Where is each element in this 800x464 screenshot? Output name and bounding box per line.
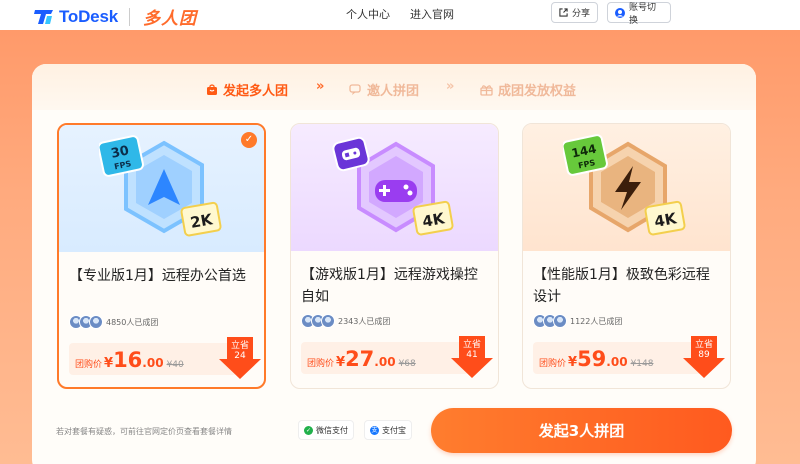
- step-start-group: 发起多人团: [206, 80, 288, 99]
- plan-title: 【游戏版1月】远程游戏操控自如: [301, 267, 478, 305]
- original-price: ¥148: [630, 359, 654, 369]
- share-label: 分享: [572, 9, 591, 19]
- bag-icon: [207, 83, 217, 95]
- logo-divider: [128, 7, 130, 26]
- nav-official-site[interactable]: 进入官网: [410, 6, 454, 22]
- wechat-pay-icon: ✓: [304, 425, 313, 435]
- plan-card-game[interactable]: 4K 【游戏版1月】远程游戏操控自如 2343人已成团 团购价 ¥ 27 .00…: [290, 123, 499, 389]
- savings-badge: 立省 89: [683, 336, 725, 378]
- original-price: ¥40: [166, 360, 184, 370]
- plan-card-pro[interactable]: 30 FPS 2K ✓ 【专业版1月】远程办公首选 4850人已成团 团购价 ¥…: [57, 123, 266, 389]
- joined-avatars: 2343人已成团: [301, 314, 390, 328]
- price-decimal: .00: [142, 356, 164, 370]
- save-label: 立省: [230, 341, 249, 351]
- avatar: [89, 315, 103, 329]
- nav-personal-center[interactable]: 个人中心: [346, 6, 390, 22]
- step-grant-benefits: 成团发放权益: [480, 80, 576, 99]
- gamepad-icon: 4K: [332, 136, 454, 236]
- price-integer: 16: [113, 348, 143, 372]
- alipay-icon: 支: [370, 425, 379, 435]
- step-label: 成团发放权益: [498, 84, 577, 99]
- switch-account-label: 账号切换: [629, 2, 657, 26]
- avatar: [321, 314, 335, 328]
- currency-symbol: ¥: [568, 355, 578, 370]
- pay-alipay-label: 支付宝: [382, 425, 406, 435]
- avatar: [553, 314, 567, 328]
- switch-account-button[interactable]: 账号切换: [607, 2, 671, 26]
- price-integer: 59: [577, 347, 607, 371]
- save-amount: 89: [698, 350, 710, 360]
- pay-wechat-label: 微信支付: [316, 425, 348, 435]
- gift-icon: [480, 84, 493, 96]
- step-label: 邀人拼团: [367, 84, 420, 99]
- joined-count: 2343人已成团: [338, 316, 391, 326]
- price-row: 团购价 ¥ 27 .00 ¥68: [301, 342, 469, 374]
- share-button[interactable]: 分享: [551, 2, 598, 23]
- price-label: 团购价: [75, 360, 103, 370]
- brand-logo[interactable]: ToDesk 多人团: [34, 4, 197, 29]
- chat-icon: [349, 83, 361, 95]
- step-chevron: »: [446, 79, 455, 94]
- currency-symbol: ¥: [104, 356, 114, 371]
- brand-name: ToDesk: [59, 6, 118, 26]
- joined-avatars: 1122人已成团: [533, 314, 622, 328]
- save-label: 立省: [694, 340, 713, 350]
- price-row: 团购价 ¥ 59 .00 ¥148: [533, 342, 701, 374]
- step-label: 发起多人团: [223, 84, 289, 99]
- launch-group-button[interactable]: 发起3人拼团: [431, 408, 732, 453]
- price-label: 团购价: [307, 359, 335, 369]
- card-artwork-area: 30 FPS 2K ✓: [59, 125, 264, 252]
- plan-card-performance[interactable]: 144 FPS 4K 【性能版1月】极致色彩远程设计 1122人已成团 团购价 …: [522, 123, 731, 389]
- save-amount: 24: [234, 351, 246, 361]
- share-icon: [559, 8, 568, 17]
- pay-wechat-option[interactable]: ✓ 微信支付: [298, 420, 354, 440]
- lightning-icon: 144 FPS 4K: [563, 134, 686, 236]
- save-label: 立省: [462, 340, 481, 350]
- todesk-logo-icon: [34, 8, 54, 26]
- navigation-arrow-icon: 30 FPS 2K: [99, 135, 222, 237]
- price-integer: 27: [345, 347, 375, 371]
- sub-brand: 多人团: [142, 9, 197, 29]
- plan-title: 【性能版1月】极致色彩远程设计: [533, 267, 710, 305]
- joined-count: 1122人已成团: [570, 316, 623, 326]
- selected-check-icon: ✓: [241, 132, 257, 148]
- savings-badge: 立省 41: [451, 336, 493, 378]
- price-decimal: .00: [374, 355, 396, 369]
- step-chevron: »: [316, 79, 325, 94]
- price-row: 团购价 ¥ 16 .00 ¥40: [69, 343, 237, 375]
- price-label: 团购价: [539, 359, 567, 369]
- card-artwork-area: 4K: [291, 124, 498, 251]
- savings-badge: 立省 24: [219, 337, 261, 379]
- top-header: ToDesk 多人团 个人中心 进入官网 分享 账号切换: [0, 0, 800, 30]
- card-artwork-area: 144 FPS 4K: [523, 124, 730, 251]
- plan-title: 【专业版1月】远程办公首选: [69, 268, 246, 284]
- pay-alipay-option[interactable]: 支 支付宝: [364, 420, 412, 440]
- joined-avatars: 4850人已成团: [69, 315, 158, 329]
- original-price: ¥68: [398, 359, 416, 369]
- step-invite: 邀人拼团: [349, 80, 419, 99]
- user-icon: [615, 7, 625, 18]
- joined-count: 4850人已成团: [106, 317, 159, 327]
- currency-symbol: ¥: [336, 355, 346, 370]
- save-amount: 41: [466, 350, 478, 360]
- faq-note: 若对套餐有疑惑，可前往官网定价页查看套餐详情: [56, 427, 232, 436]
- price-decimal: .00: [606, 355, 628, 369]
